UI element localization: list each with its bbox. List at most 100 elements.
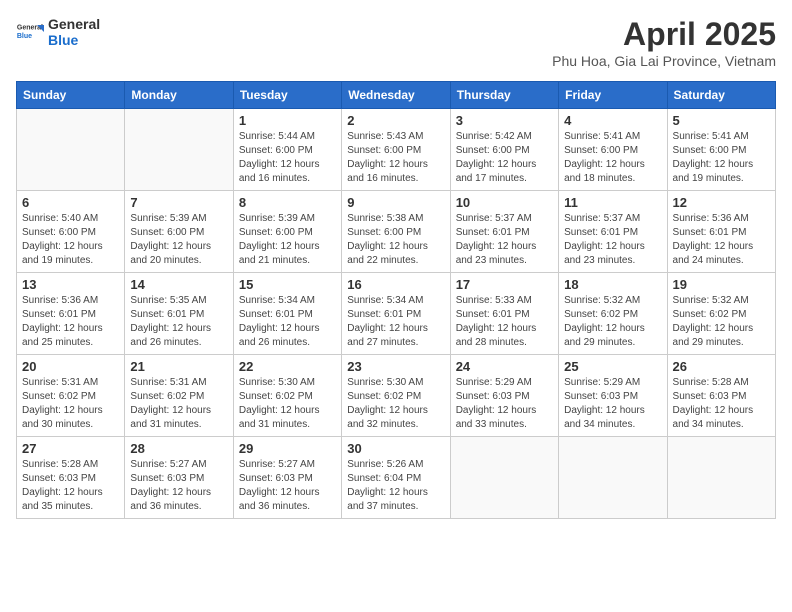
calendar-cell: 13Sunrise: 5:36 AMSunset: 6:01 PMDayligh… [17, 273, 125, 355]
calendar-cell: 14 Sunrise: 5:35 AMSunset: 6:01 PMDayligh… [125, 273, 233, 355]
calendar-cell: 25Sunrise: 5:29 AMSunset: 6:03 PMDayligh… [559, 355, 667, 437]
day-number: 26 [673, 359, 770, 374]
day-number: 14 [130, 277, 227, 292]
calendar-cell: 16 Sunrise: 5:34 AMSunset: 6:01 PMDayligh… [342, 273, 450, 355]
weekday-header-wednesday: Wednesday [342, 82, 450, 109]
page-header: General Blue General Blue April 2025 Phu… [16, 16, 776, 69]
calendar-cell: 28Sunrise: 5:27 AMSunset: 6:03 PMDayligh… [125, 437, 233, 519]
day-number: 12 [673, 195, 770, 210]
day-info: Sunrise: 5:32 AMSunset: 6:02 PMDaylight:… [564, 294, 661, 350]
calendar-cell: 4Sunrise: 5:41 AMSunset: 6:00 PMDaylight… [559, 109, 667, 191]
day-number: 30 [347, 441, 444, 456]
day-info: Sunrise: 5:34 AMSunset: 6:01 PMDaylight:… [239, 294, 336, 350]
day-info: Sunrise: 5:29 AMSunset: 6:03 PMDaylight:… [456, 376, 553, 432]
day-info: Sunrise: 5:30 AMSunset: 6:02 PMDaylight:… [239, 376, 336, 432]
day-info: Sunrise: 5:39 AMSunset: 6:00 PMDaylight:… [239, 212, 336, 268]
calendar-cell [17, 109, 125, 191]
calendar-cell: 23 Sunrise: 5:30 AMSunset: 6:02 PMDayligh… [342, 355, 450, 437]
calendar-table: SundayMondayTuesdayWednesdayThursdayFrid… [16, 81, 776, 519]
day-info: Sunrise: 5:29 AMSunset: 6:03 PMDaylight:… [564, 376, 661, 432]
logo-icon: General Blue [16, 18, 44, 46]
logo: General Blue General Blue [16, 16, 100, 48]
calendar-cell: 27Sunrise: 5:28 AMSunset: 6:03 PMDayligh… [17, 437, 125, 519]
calendar-cell: 1 Sunrise: 5:44 AMSunset: 6:00 PMDaylight… [233, 109, 341, 191]
calendar-cell: 9Sunrise: 5:38 AMSunset: 6:00 PMDaylight… [342, 191, 450, 273]
calendar-cell: 15 Sunrise: 5:34 AMSunset: 6:01 PMDayligh… [233, 273, 341, 355]
calendar-cell: 30 Sunrise: 5:26 AMSunset: 6:04 PMDayligh… [342, 437, 450, 519]
calendar-week-row: 27Sunrise: 5:28 AMSunset: 6:03 PMDayligh… [17, 437, 776, 519]
calendar-cell: 6 Sunrise: 5:40 AMSunset: 6:00 PMDaylight… [17, 191, 125, 273]
day-info: Sunrise: 5:38 AMSunset: 6:00 PMDaylight:… [347, 212, 444, 268]
day-number: 17 [456, 277, 553, 292]
title-block: April 2025 Phu Hoa, Gia Lai Province, Vi… [552, 16, 776, 69]
day-number: 3 [456, 113, 553, 128]
day-info: Sunrise: 5:31 AMSunset: 6:02 PMDaylight:… [22, 376, 119, 432]
day-number: 15 [239, 277, 336, 292]
calendar-cell: 8 Sunrise: 5:39 AMSunset: 6:00 PMDaylight… [233, 191, 341, 273]
day-info: Sunrise: 5:30 AMSunset: 6:02 PMDaylight:… [347, 376, 444, 432]
calendar-cell: 12 Sunrise: 5:36 AMSunset: 6:01 PMDayligh… [667, 191, 775, 273]
calendar-cell [559, 437, 667, 519]
day-number: 5 [673, 113, 770, 128]
day-info: Sunrise: 5:42 AMSunset: 6:00 PMDaylight:… [456, 130, 553, 186]
calendar-cell: 7Sunrise: 5:39 AMSunset: 6:00 PMDaylight… [125, 191, 233, 273]
calendar-cell: 2Sunrise: 5:43 AMSunset: 6:00 PMDaylight… [342, 109, 450, 191]
day-info: Sunrise: 5:36 AMSunset: 6:01 PMDaylight:… [22, 294, 119, 350]
calendar-cell: 24 Sunrise: 5:29 AMSunset: 6:03 PMDayligh… [450, 355, 558, 437]
day-info: Sunrise: 5:37 AMSunset: 6:01 PMDaylight:… [456, 212, 553, 268]
svg-text:Blue: Blue [17, 33, 32, 40]
day-number: 11 [564, 195, 661, 210]
day-number: 23 [347, 359, 444, 374]
weekday-header-tuesday: Tuesday [233, 82, 341, 109]
day-info: Sunrise: 5:27 AMSunset: 6:03 PMDaylight:… [239, 458, 336, 514]
month-title: April 2025 [552, 16, 776, 53]
calendar-cell: 10Sunrise: 5:37 AMSunset: 6:01 PMDayligh… [450, 191, 558, 273]
day-info: Sunrise: 5:32 AMSunset: 6:02 PMDaylight:… [673, 294, 770, 350]
weekday-header-saturday: Saturday [667, 82, 775, 109]
logo-blue-text: Blue [48, 32, 100, 48]
day-number: 24 [456, 359, 553, 374]
calendar-cell: 3 Sunrise: 5:42 AMSunset: 6:00 PMDaylight… [450, 109, 558, 191]
calendar-week-row: 6 Sunrise: 5:40 AMSunset: 6:00 PMDaylight… [17, 191, 776, 273]
day-number: 19 [673, 277, 770, 292]
day-number: 7 [130, 195, 227, 210]
calendar-cell: 17 Sunrise: 5:33 AMSunset: 6:01 PMDayligh… [450, 273, 558, 355]
calendar-cell [667, 437, 775, 519]
day-info: Sunrise: 5:44 AMSunset: 6:00 PMDaylight:… [239, 130, 336, 186]
day-info: Sunrise: 5:26 AMSunset: 6:04 PMDaylight:… [347, 458, 444, 514]
day-number: 29 [239, 441, 336, 456]
day-info: Sunrise: 5:27 AMSunset: 6:03 PMDaylight:… [130, 458, 227, 514]
day-info: Sunrise: 5:34 AMSunset: 6:01 PMDaylight:… [347, 294, 444, 350]
calendar-cell: 11Sunrise: 5:37 AMSunset: 6:01 PMDayligh… [559, 191, 667, 273]
day-info: Sunrise: 5:43 AMSunset: 6:00 PMDaylight:… [347, 130, 444, 186]
day-number: 6 [22, 195, 119, 210]
calendar-cell [125, 109, 233, 191]
day-info: Sunrise: 5:35 AMSunset: 6:01 PMDaylight:… [130, 294, 227, 350]
weekday-header-sunday: Sunday [17, 82, 125, 109]
calendar-week-row: 20 Sunrise: 5:31 AMSunset: 6:02 PMDayligh… [17, 355, 776, 437]
day-info: Sunrise: 5:36 AMSunset: 6:01 PMDaylight:… [673, 212, 770, 268]
calendar-cell: 29 Sunrise: 5:27 AMSunset: 6:03 PMDayligh… [233, 437, 341, 519]
day-info: Sunrise: 5:41 AMSunset: 6:00 PMDaylight:… [564, 130, 661, 186]
day-info: Sunrise: 5:31 AMSunset: 6:02 PMDaylight:… [130, 376, 227, 432]
calendar-cell: 21 Sunrise: 5:31 AMSunset: 6:02 PMDayligh… [125, 355, 233, 437]
calendar-cell: 22Sunrise: 5:30 AMSunset: 6:02 PMDayligh… [233, 355, 341, 437]
calendar-week-row: 13Sunrise: 5:36 AMSunset: 6:01 PMDayligh… [17, 273, 776, 355]
calendar-cell: 26Sunrise: 5:28 AMSunset: 6:03 PMDayligh… [667, 355, 775, 437]
day-number: 8 [239, 195, 336, 210]
day-info: Sunrise: 5:41 AMSunset: 6:00 PMDaylight:… [673, 130, 770, 186]
day-number: 18 [564, 277, 661, 292]
day-number: 21 [130, 359, 227, 374]
location-title: Phu Hoa, Gia Lai Province, Vietnam [552, 53, 776, 69]
day-number: 16 [347, 277, 444, 292]
calendar-cell: 18 Sunrise: 5:32 AMSunset: 6:02 PMDayligh… [559, 273, 667, 355]
day-info: Sunrise: 5:33 AMSunset: 6:01 PMDaylight:… [456, 294, 553, 350]
day-number: 20 [22, 359, 119, 374]
day-number: 1 [239, 113, 336, 128]
day-info: Sunrise: 5:40 AMSunset: 6:00 PMDaylight:… [22, 212, 119, 268]
weekday-header-friday: Friday [559, 82, 667, 109]
calendar-cell: 5 Sunrise: 5:41 AMSunset: 6:00 PMDaylight… [667, 109, 775, 191]
calendar-cell: 20 Sunrise: 5:31 AMSunset: 6:02 PMDayligh… [17, 355, 125, 437]
day-number: 27 [22, 441, 119, 456]
logo-general-text: General [48, 16, 100, 32]
